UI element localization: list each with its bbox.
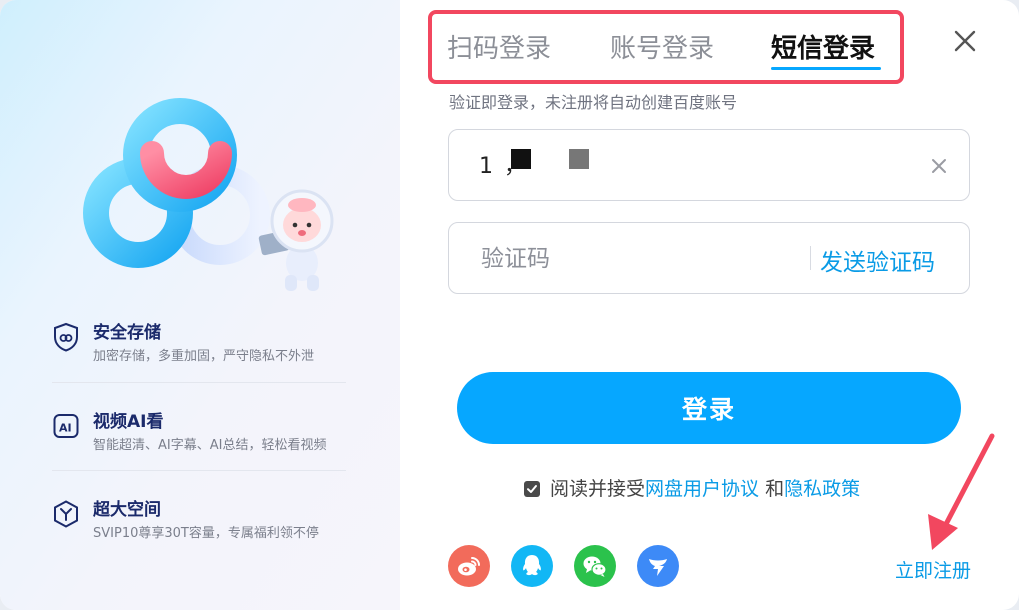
verification-code-input[interactable] xyxy=(479,241,813,277)
promo-panel: 安全存储 加密存储，多重加固，严守隐私不外泄 AI 视频AI看 智能超清、AI字… xyxy=(0,0,400,610)
agreement-and: 和 xyxy=(759,478,785,500)
wechat-icon xyxy=(583,556,607,577)
feature-description: 智能超清、AI字幕、AI总结，轻松看视频 xyxy=(93,438,327,453)
terms-link[interactable]: 网盘用户协议 xyxy=(645,478,759,500)
privacy-link[interactable]: 隐私政策 xyxy=(784,478,860,500)
field-separator xyxy=(810,246,811,270)
active-tab-indicator xyxy=(771,67,881,70)
dingtalk-icon xyxy=(649,559,667,576)
clear-input-icon[interactable] xyxy=(928,155,950,177)
login-hint: 验证即登录，未注册将自动创建百度账号 xyxy=(449,93,738,112)
redaction-block xyxy=(511,149,531,169)
dingtalk-login-button[interactable] xyxy=(637,545,679,587)
agreement-row: 阅读并接受网盘用户协议 和隐私政策 xyxy=(524,474,860,501)
annotation-arrow xyxy=(928,433,995,550)
qq-login-button[interactable] xyxy=(511,545,553,587)
feature-video-ai: AI 视频AI看 智能超清、AI字幕、AI总结，轻松看视频 xyxy=(52,407,352,467)
login-dialog: 安全存储 加密存储，多重加固，严守隐私不外泄 AI 视频AI看 智能超清、AI字… xyxy=(0,0,1019,610)
qq-icon xyxy=(523,555,541,576)
feature-large-space: 超大空间 SVIP10尊享30T容量，专属福利领不停 xyxy=(52,495,352,555)
agreement-prefix: 阅读并接受 xyxy=(550,478,646,500)
ai-video-icon: AI xyxy=(53,414,79,438)
redaction-block xyxy=(569,149,589,169)
login-button[interactable]: 登录 xyxy=(457,372,961,444)
feature-description: SVIP10尊享30T容量，专属福利领不停 xyxy=(93,526,319,541)
register-link[interactable]: 立即注册 xyxy=(895,556,971,583)
send-code-button[interactable]: 发送验证码 xyxy=(820,243,935,277)
tab-qr-login[interactable]: 扫码登录 xyxy=(447,28,551,65)
weibo-icon xyxy=(458,557,480,576)
check-icon xyxy=(527,485,537,493)
svg-text:AI: AI xyxy=(59,422,72,435)
tab-sms-login[interactable]: 短信登录 xyxy=(771,28,875,65)
feature-title: 视频AI看 xyxy=(93,412,164,432)
feature-title: 安全存储 xyxy=(93,323,161,343)
wechat-login-button[interactable] xyxy=(574,545,616,587)
tab-account-login[interactable]: 账号登录 xyxy=(610,28,714,65)
baidu-netdisk-mascot-illustration xyxy=(83,98,334,291)
shield-icon xyxy=(54,322,78,352)
feature-divider xyxy=(52,382,346,383)
feature-divider xyxy=(52,470,346,471)
storage-icon xyxy=(54,500,78,528)
weibo-login-button[interactable] xyxy=(448,545,490,587)
agreement-checkbox[interactable] xyxy=(524,481,540,497)
feature-secure-storage: 安全存储 加密存储，多重加固，严守隐私不外泄 xyxy=(52,318,352,378)
feature-title: 超大空间 xyxy=(93,500,161,520)
feature-description: 加密存储，多重加固，严守隐私不外泄 xyxy=(93,349,315,364)
close-icon[interactable] xyxy=(950,26,980,56)
